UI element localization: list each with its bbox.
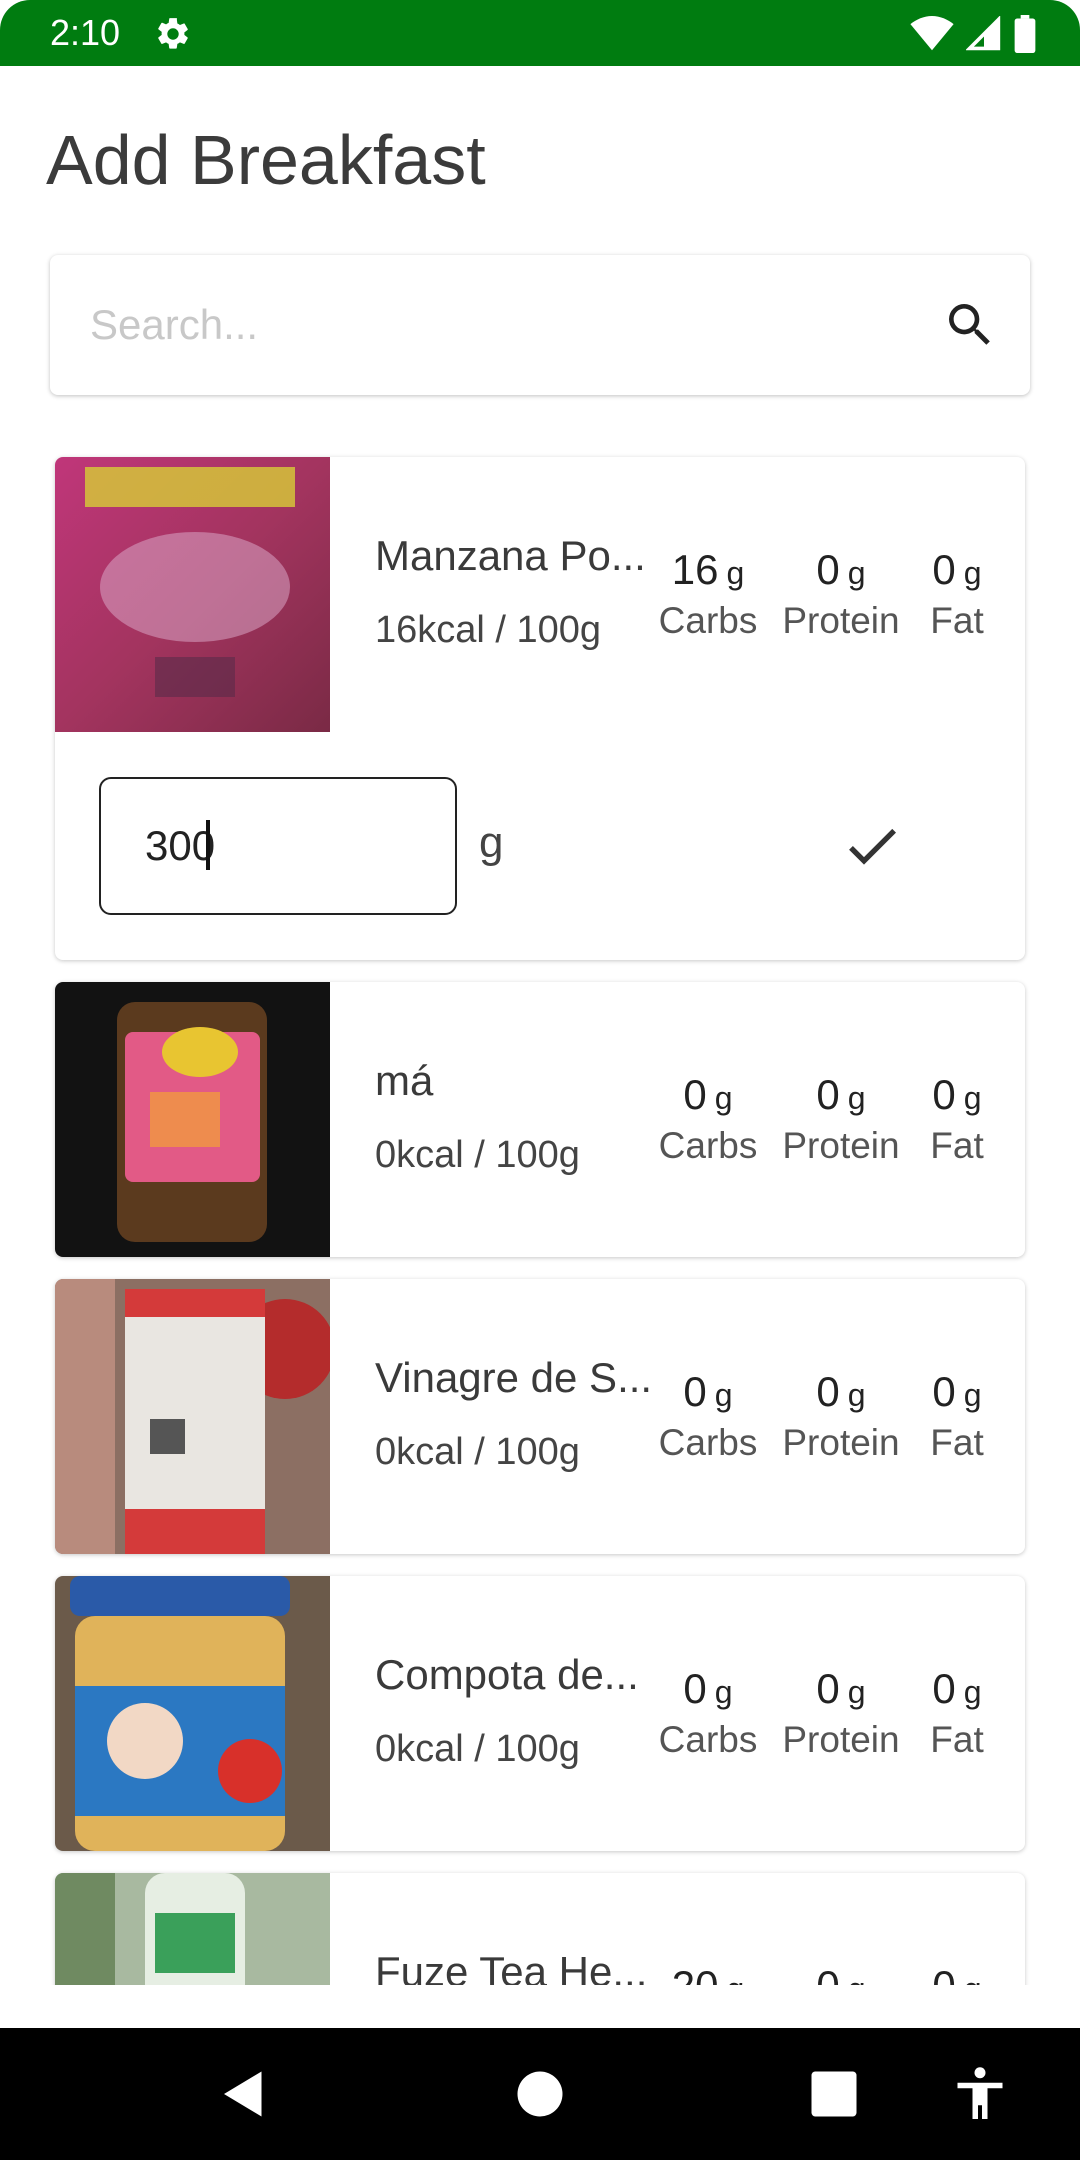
protein-value: 0	[816, 1962, 839, 1985]
food-kcal: 16kcal / 100g	[375, 609, 602, 651]
carbs-label: Carbs	[658, 1422, 758, 1463]
carbs-macro: 16 g Carbs	[653, 545, 763, 644]
carbs-macro: 0g Carbs	[653, 1070, 763, 1169]
text-cursor	[206, 820, 210, 870]
carbs-label: Carbs	[658, 1719, 758, 1760]
protein-label: Protein	[782, 1422, 900, 1463]
carbs-label: Carbs	[658, 600, 758, 641]
fat-unit: g	[963, 1674, 982, 1710]
protein-label: Protein	[782, 1125, 900, 1166]
protein-unit: g	[847, 1080, 866, 1116]
fat-unit: g	[963, 1080, 982, 1116]
carbs-unit: g	[714, 1377, 733, 1413]
carbs-value: 0	[683, 1071, 707, 1118]
fat-unit: g	[963, 555, 982, 591]
protein-unit: g	[847, 1674, 866, 1710]
food-kcal: 0kcal / 100g	[375, 1431, 580, 1473]
protein-macro: 0g Protein	[777, 1664, 905, 1763]
food-item[interactable]: má 0kcal / 100g 0g Carbs 0g Protein 0g F…	[55, 982, 1025, 1257]
carbs-label: Carbs	[658, 1125, 758, 1166]
protein-macro: 0g Protein	[777, 545, 905, 644]
protein-macro: 0g Protein	[777, 1961, 905, 1985]
fat-unit: g	[964, 1971, 982, 1985]
fat-label: Fat	[930, 1719, 984, 1760]
protein-unit: g	[847, 1377, 866, 1413]
recents-icon[interactable]	[804, 2064, 864, 2124]
fat-value: 0	[932, 1665, 956, 1712]
food-item[interactable]: Manzana Po... 16kcal / 100g 16 g Carbs 0g…	[55, 457, 1025, 960]
fat-value: 0	[932, 1368, 956, 1415]
fat-macro: 0g Fat	[917, 545, 997, 644]
navigation-bar	[0, 2028, 1080, 2160]
food-image	[55, 1576, 330, 1851]
fat-macro: 0g Fat	[917, 1664, 997, 1763]
check-icon[interactable]	[840, 814, 904, 878]
food-kcal: 0kcal / 100g	[375, 1728, 580, 1770]
fat-value: 0	[932, 546, 956, 593]
fat-macro: 0g Fat	[917, 1070, 997, 1169]
fat-value: 0	[932, 1962, 955, 1985]
fat-label: Fat	[930, 600, 984, 641]
food-list[interactable]: Manzana Po... 16kcal / 100g 16 g Carbs 0g…	[0, 0, 1080, 1985]
fat-unit: g	[963, 1377, 982, 1413]
carbs-macro: 0g Carbs	[653, 1664, 763, 1763]
protein-value: 0	[816, 546, 840, 593]
grams-input[interactable]	[99, 777, 457, 915]
protein-macro: 0g Protein	[777, 1367, 905, 1466]
food-image	[55, 1873, 330, 1985]
home-icon[interactable]	[510, 2064, 570, 2124]
food-item[interactable]: Compota de... 0kcal / 100g 0g Carbs 0g P…	[55, 1576, 1025, 1851]
fat-label: Fat	[930, 1125, 984, 1166]
protein-label: Protein	[782, 600, 900, 641]
protein-value: 0	[816, 1071, 840, 1118]
carbs-value: 16	[671, 546, 719, 593]
carbs-unit: g	[714, 1080, 733, 1116]
food-image	[55, 457, 330, 732]
protein-unit: g	[847, 555, 866, 591]
food-kcal: 0kcal / 100g	[375, 1134, 580, 1176]
back-icon[interactable]	[214, 2064, 274, 2124]
protein-unit: g	[848, 1971, 866, 1985]
fat-macro: 0g Fat	[917, 1961, 997, 1985]
food-item[interactable]: Fuze Tea He... 20g Carbs 0g Protein 0g F…	[55, 1873, 1025, 1985]
carbs-unit: g	[726, 555, 745, 591]
carbs-unit: g	[726, 1971, 744, 1985]
fat-macro: 0g Fat	[917, 1367, 997, 1466]
carbs-unit: g	[714, 1674, 733, 1710]
carbs-macro: 20g Carbs	[653, 1961, 763, 1985]
protein-value: 0	[816, 1368, 840, 1415]
grams-unit: g	[479, 818, 504, 867]
fat-label: Fat	[930, 1422, 984, 1463]
protein-macro: 0g Protein	[777, 1070, 905, 1169]
fat-value: 0	[932, 1071, 956, 1118]
carbs-value: 20	[672, 1962, 719, 1985]
food-item[interactable]: Vinagre de S... 0kcal / 100g 0g Carbs 0g…	[55, 1279, 1025, 1554]
carbs-value: 0	[683, 1368, 707, 1415]
food-image	[55, 1279, 330, 1554]
carbs-value: 0	[683, 1665, 707, 1712]
carbs-macro: 0g Carbs	[653, 1367, 763, 1466]
accessibility-icon[interactable]	[950, 2064, 1010, 2124]
protein-label: Protein	[782, 1719, 900, 1760]
food-image	[55, 982, 330, 1257]
protein-value: 0	[816, 1665, 840, 1712]
